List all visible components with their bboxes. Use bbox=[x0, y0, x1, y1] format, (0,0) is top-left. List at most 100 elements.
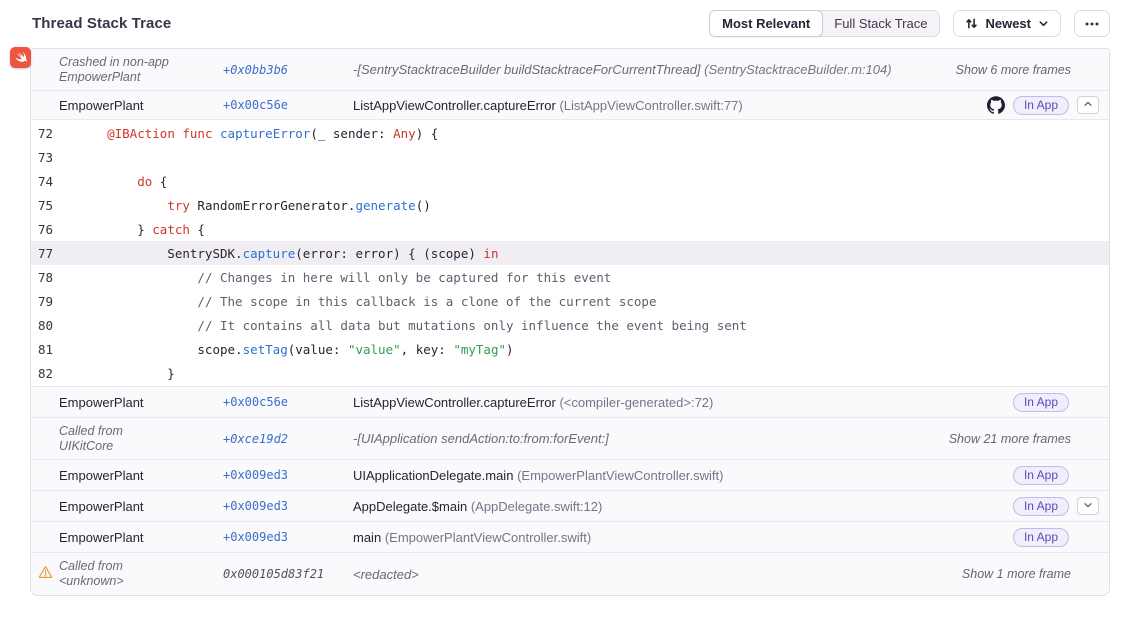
code-text: } catch { bbox=[77, 222, 205, 237]
code-text: do { bbox=[77, 174, 167, 189]
frame-actions: In App bbox=[1013, 466, 1099, 485]
sort-label: Newest bbox=[985, 16, 1031, 31]
line-number: 73 bbox=[31, 150, 77, 165]
chevron-up-icon bbox=[1083, 96, 1093, 114]
code-text: SentrySDK.capture(error: error) { (scope… bbox=[77, 246, 498, 261]
frame-actions: Show 1 more frame bbox=[962, 567, 1099, 581]
source-file-link[interactable]: (<compiler-generated>:72) bbox=[559, 395, 713, 410]
frame-package: EmpowerPlant bbox=[59, 499, 223, 514]
frame-row-uiapplicationdelegate-main[interactable]: EmpowerPlant +0x009ed3 UIApplicationDele… bbox=[31, 460, 1109, 491]
source-file-link[interactable]: (ListAppViewController.swift:77) bbox=[559, 98, 742, 113]
frame-actions: Show 21 more frames bbox=[949, 432, 1099, 446]
show-more-frames-link[interactable]: Show 1 more frame bbox=[962, 567, 1071, 581]
chevron-slot bbox=[1077, 528, 1099, 546]
line-number: 75 bbox=[31, 198, 77, 213]
view-toggle: Most Relevant Full Stack Trace bbox=[709, 10, 940, 37]
in-app-badge: In App bbox=[1013, 466, 1069, 485]
source-file-link[interactable]: (EmpowerPlantViewController.swift) bbox=[385, 530, 591, 545]
package-line1: Called from bbox=[59, 424, 223, 439]
frame-package: EmpowerPlant bbox=[59, 98, 223, 113]
frame-address: +0x00c56e bbox=[223, 98, 353, 112]
frame-function: -[UIApplication sendAction:to:from:forEv… bbox=[353, 431, 949, 446]
header-controls: Most Relevant Full Stack Trace Newest bbox=[709, 10, 1110, 37]
frame-address: +0xce19d2 bbox=[223, 432, 353, 446]
code-line: 81 scope.setTag(value: "value", key: "my… bbox=[31, 337, 1109, 361]
code-line: 73 bbox=[31, 145, 1109, 169]
package-line1: Called from bbox=[59, 559, 223, 574]
code-text: // It contains all data but mutations on… bbox=[77, 318, 747, 333]
frame-address: 0x000105d83f21 bbox=[223, 567, 353, 581]
frame-row-main[interactable]: EmpowerPlant +0x009ed3 main (EmpowerPlan… bbox=[31, 522, 1109, 553]
expand-frame-button[interactable] bbox=[1077, 497, 1099, 515]
code-line: 74 do { bbox=[31, 169, 1109, 193]
frame-package: EmpowerPlant bbox=[59, 530, 223, 545]
frame-function: -[SentryStacktraceBuilder buildStacktrac… bbox=[353, 62, 956, 77]
source-file-link[interactable]: (SentryStacktraceBuilder.m:104) bbox=[704, 62, 891, 77]
swift-icon bbox=[10, 47, 31, 68]
frame-function: AppDelegate.$main (AppDelegate.swift:12) bbox=[353, 499, 1013, 514]
code-line-active: 77 SentrySDK.capture(error: error) { (sc… bbox=[31, 241, 1109, 265]
line-number: 78 bbox=[31, 270, 77, 285]
code-text: } bbox=[77, 366, 175, 381]
frame-package: EmpowerPlant bbox=[59, 468, 223, 483]
line-number: 74 bbox=[31, 174, 77, 189]
toggle-most-relevant[interactable]: Most Relevant bbox=[709, 10, 823, 37]
frame-actions: In App bbox=[987, 96, 1099, 115]
sort-button[interactable]: Newest bbox=[953, 10, 1061, 37]
line-number: 72 bbox=[31, 126, 77, 141]
function-name: -[SentryStacktraceBuilder buildStacktrac… bbox=[353, 62, 701, 77]
frame-function: <redacted> bbox=[353, 567, 962, 582]
frame-package: Called from UIKitCore bbox=[59, 424, 223, 454]
show-more-frames-link[interactable]: Show 6 more frames bbox=[956, 63, 1071, 77]
collapse-frame-button[interactable] bbox=[1077, 96, 1099, 114]
frame-package: EmpowerPlant bbox=[59, 395, 223, 410]
frame-row-crashed-non-app[interactable]: Crashed in non-app EmpowerPlant +0x0bb3b… bbox=[31, 49, 1109, 91]
arrows-up-down-icon bbox=[965, 17, 978, 30]
chevron-slot bbox=[1077, 393, 1099, 411]
function-name: <redacted> bbox=[353, 567, 419, 582]
in-app-badge: In App bbox=[1013, 393, 1069, 412]
frame-actions: Show 6 more frames bbox=[956, 63, 1099, 77]
frame-row-capture-error[interactable]: EmpowerPlant +0x00c56e ListAppViewContro… bbox=[31, 387, 1109, 418]
frame-actions: In App bbox=[1013, 497, 1099, 516]
overflow-menu-button[interactable] bbox=[1074, 10, 1110, 37]
frame-row-appdelegate-main[interactable]: EmpowerPlant +0x009ed3 AppDelegate.$main… bbox=[31, 491, 1109, 522]
frame-row-capture-error-expanded[interactable]: EmpowerPlant +0x00c56e ListAppViewContro… bbox=[31, 91, 1109, 120]
chevron-down-icon bbox=[1038, 18, 1049, 29]
line-number: 77 bbox=[31, 246, 77, 261]
code-line: 76 } catch { bbox=[31, 217, 1109, 241]
source-file-link[interactable]: (EmpowerPlantViewController.swift) bbox=[517, 468, 723, 483]
frame-row-uikitcore[interactable]: Called from UIKitCore +0xce19d2 -[UIAppl… bbox=[31, 418, 1109, 460]
code-block: 72 @IBAction func captureError(_ sender:… bbox=[31, 120, 1109, 387]
source-file-link[interactable]: (AppDelegate.swift:12) bbox=[471, 499, 603, 514]
frame-actions: In App bbox=[1013, 393, 1099, 412]
toggle-full-stack-trace[interactable]: Full Stack Trace bbox=[822, 11, 939, 36]
stack-trace-panel: Crashed in non-app EmpowerPlant +0x0bb3b… bbox=[30, 48, 1110, 596]
package-line1: Crashed in non-app bbox=[59, 55, 223, 70]
in-app-badge: In App bbox=[1013, 96, 1069, 115]
github-icon[interactable] bbox=[987, 96, 1005, 114]
frame-function: main (EmpowerPlantViewController.swift) bbox=[353, 530, 1013, 545]
code-text: @IBAction func captureError(_ sender: An… bbox=[77, 126, 438, 141]
function-name: main bbox=[353, 530, 381, 545]
package-line2: <unknown> bbox=[59, 574, 223, 589]
page-title: Thread Stack Trace bbox=[32, 15, 171, 32]
icon-slot bbox=[31, 565, 59, 584]
chevron-down-icon bbox=[1083, 497, 1093, 515]
frame-row-unknown[interactable]: Called from <unknown> 0x000105d83f21 <re… bbox=[31, 553, 1109, 595]
frame-actions: In App bbox=[1013, 528, 1099, 547]
line-number: 79 bbox=[31, 294, 77, 309]
code-text: scope.setTag(value: "value", key: "myTag… bbox=[77, 342, 514, 357]
code-line: 75 try RandomErrorGenerator.generate() bbox=[31, 193, 1109, 217]
function-name: ListAppViewController.captureError bbox=[353, 395, 556, 410]
show-more-frames-link[interactable]: Show 21 more frames bbox=[949, 432, 1071, 446]
package-line2: EmpowerPlant bbox=[59, 70, 223, 85]
code-line: 82 } bbox=[31, 361, 1109, 385]
line-number: 76 bbox=[31, 222, 77, 237]
chevron-slot bbox=[1077, 466, 1099, 484]
frame-function: ListAppViewController.captureError (List… bbox=[353, 98, 987, 113]
line-number: 82 bbox=[31, 366, 77, 381]
frame-function: UIApplicationDelegate.main (EmpowerPlant… bbox=[353, 468, 1013, 483]
function-name: -[UIApplication sendAction:to:from:forEv… bbox=[353, 431, 609, 446]
in-app-badge: In App bbox=[1013, 497, 1069, 516]
